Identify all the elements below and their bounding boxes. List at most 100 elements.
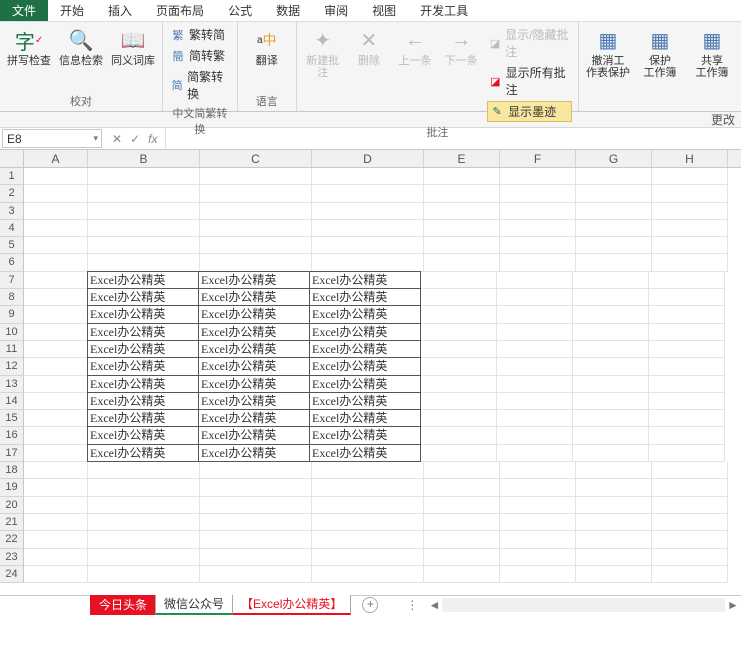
spreadsheet-grid[interactable]: ABCDEFGH 1234567Excel办公精英Excel办公精英Excel办… bbox=[0, 150, 741, 595]
tab-overflow[interactable]: ⋮ bbox=[398, 598, 426, 612]
cell-A15[interactable] bbox=[24, 410, 88, 427]
cell-B18[interactable] bbox=[88, 462, 200, 479]
menu-tab-文件[interactable]: 文件 bbox=[0, 0, 48, 21]
select-all-corner[interactable] bbox=[0, 150, 24, 167]
share-workbook-button[interactable]: ▦共享 工作簿 bbox=[689, 25, 735, 81]
cell-F24[interactable] bbox=[500, 566, 576, 583]
col-header-A[interactable]: A bbox=[24, 150, 88, 167]
cell-E15[interactable] bbox=[421, 410, 497, 427]
cell-H16[interactable] bbox=[649, 427, 725, 444]
cell-E16[interactable] bbox=[421, 427, 497, 444]
cell-E24[interactable] bbox=[424, 566, 500, 583]
cell-D7[interactable]: Excel办公精英 bbox=[309, 271, 421, 289]
cell-C16[interactable]: Excel办公精英 bbox=[198, 426, 310, 444]
thesaurus-button[interactable]: 📖同义词库 bbox=[110, 25, 156, 69]
cell-H12[interactable] bbox=[649, 358, 725, 375]
cell-B11[interactable]: Excel办公精英 bbox=[87, 340, 199, 358]
cell-H20[interactable] bbox=[652, 497, 728, 514]
cell-D1[interactable] bbox=[312, 168, 424, 185]
cell-C3[interactable] bbox=[200, 203, 312, 220]
cell-E5[interactable] bbox=[424, 237, 500, 254]
cell-A17[interactable] bbox=[24, 445, 88, 462]
cell-F11[interactable] bbox=[497, 341, 573, 358]
unprotect-sheet-button[interactable]: ▦撤消工 作表保护 bbox=[585, 25, 631, 81]
name-box[interactable]: E8 bbox=[2, 129, 102, 148]
cell-C5[interactable] bbox=[200, 237, 312, 254]
new-comment-button[interactable]: ✦新建批注 bbox=[303, 25, 343, 81]
cell-C20[interactable] bbox=[200, 497, 312, 514]
row-header-8[interactable]: 8 bbox=[0, 289, 24, 306]
cell-D6[interactable] bbox=[312, 254, 424, 271]
cell-A6[interactable] bbox=[24, 254, 88, 271]
cell-B13[interactable]: Excel办公精英 bbox=[87, 375, 199, 393]
cell-E21[interactable] bbox=[424, 514, 500, 531]
cell-C2[interactable] bbox=[200, 185, 312, 202]
cell-C9[interactable]: Excel办公精英 bbox=[198, 305, 310, 323]
cell-A11[interactable] bbox=[24, 341, 88, 358]
cell-H2[interactable] bbox=[652, 185, 728, 202]
cell-G19[interactable] bbox=[576, 479, 652, 496]
cell-E14[interactable] bbox=[421, 393, 497, 410]
cell-D4[interactable] bbox=[312, 220, 424, 237]
cell-B19[interactable] bbox=[88, 479, 200, 496]
cell-D21[interactable] bbox=[312, 514, 424, 531]
cell-C24[interactable] bbox=[200, 566, 312, 583]
cell-E12[interactable] bbox=[421, 358, 497, 375]
cell-D18[interactable] bbox=[312, 462, 424, 479]
cell-C8[interactable]: Excel办公精英 bbox=[198, 288, 310, 306]
cell-D13[interactable]: Excel办公精英 bbox=[309, 375, 421, 393]
cell-B21[interactable] bbox=[88, 514, 200, 531]
cell-E18[interactable] bbox=[424, 462, 500, 479]
row-header-7[interactable]: 7 bbox=[0, 272, 24, 289]
row-header-20[interactable]: 20 bbox=[0, 497, 24, 514]
cell-E10[interactable] bbox=[421, 324, 497, 341]
cell-D9[interactable]: Excel办公精英 bbox=[309, 305, 421, 323]
cell-G3[interactable] bbox=[576, 203, 652, 220]
cell-D10[interactable]: Excel办公精英 bbox=[309, 323, 421, 341]
cell-C17[interactable]: Excel办公精英 bbox=[198, 444, 310, 462]
hscroll-track[interactable] bbox=[442, 598, 725, 612]
cell-E3[interactable] bbox=[424, 203, 500, 220]
row-header-1[interactable]: 1 bbox=[0, 168, 24, 185]
cell-H21[interactable] bbox=[652, 514, 728, 531]
cell-G24[interactable] bbox=[576, 566, 652, 583]
cell-G21[interactable] bbox=[576, 514, 652, 531]
cell-A24[interactable] bbox=[24, 566, 88, 583]
row-header-13[interactable]: 13 bbox=[0, 376, 24, 393]
cell-H8[interactable] bbox=[649, 289, 725, 306]
cell-G10[interactable] bbox=[573, 324, 649, 341]
cell-C22[interactable] bbox=[200, 531, 312, 548]
cell-H19[interactable] bbox=[652, 479, 728, 496]
cell-A1[interactable] bbox=[24, 168, 88, 185]
cell-B14[interactable]: Excel办公精英 bbox=[87, 392, 199, 410]
cell-F16[interactable] bbox=[497, 427, 573, 444]
cancel-icon[interactable]: ✕ bbox=[112, 132, 122, 146]
cell-A5[interactable] bbox=[24, 237, 88, 254]
cell-F10[interactable] bbox=[497, 324, 573, 341]
cell-A10[interactable] bbox=[24, 324, 88, 341]
cell-B3[interactable] bbox=[88, 203, 200, 220]
cell-G23[interactable] bbox=[576, 549, 652, 566]
cell-A20[interactable] bbox=[24, 497, 88, 514]
cell-B5[interactable] bbox=[88, 237, 200, 254]
cell-C14[interactable]: Excel办公精英 bbox=[198, 392, 310, 410]
col-header-E[interactable]: E bbox=[424, 150, 500, 167]
cell-A16[interactable] bbox=[24, 427, 88, 444]
cell-B23[interactable] bbox=[88, 549, 200, 566]
trad-to-simp-button[interactable]: 繁繁转简 bbox=[169, 25, 231, 44]
cell-H22[interactable] bbox=[652, 531, 728, 548]
cell-F19[interactable] bbox=[500, 479, 576, 496]
cell-H7[interactable] bbox=[649, 272, 725, 289]
scroll-right-button[interactable]: ► bbox=[725, 597, 741, 613]
cell-G9[interactable] bbox=[573, 306, 649, 323]
cell-B15[interactable]: Excel办公精英 bbox=[87, 409, 199, 427]
cell-F13[interactable] bbox=[497, 376, 573, 393]
cell-G1[interactable] bbox=[576, 168, 652, 185]
menu-tab-视图[interactable]: 视图 bbox=[360, 0, 408, 21]
menu-tab-审阅[interactable]: 审阅 bbox=[312, 0, 360, 21]
cell-F1[interactable] bbox=[500, 168, 576, 185]
cell-C7[interactable]: Excel办公精英 bbox=[198, 271, 310, 289]
cell-H18[interactable] bbox=[652, 462, 728, 479]
cell-C18[interactable] bbox=[200, 462, 312, 479]
cell-F21[interactable] bbox=[500, 514, 576, 531]
